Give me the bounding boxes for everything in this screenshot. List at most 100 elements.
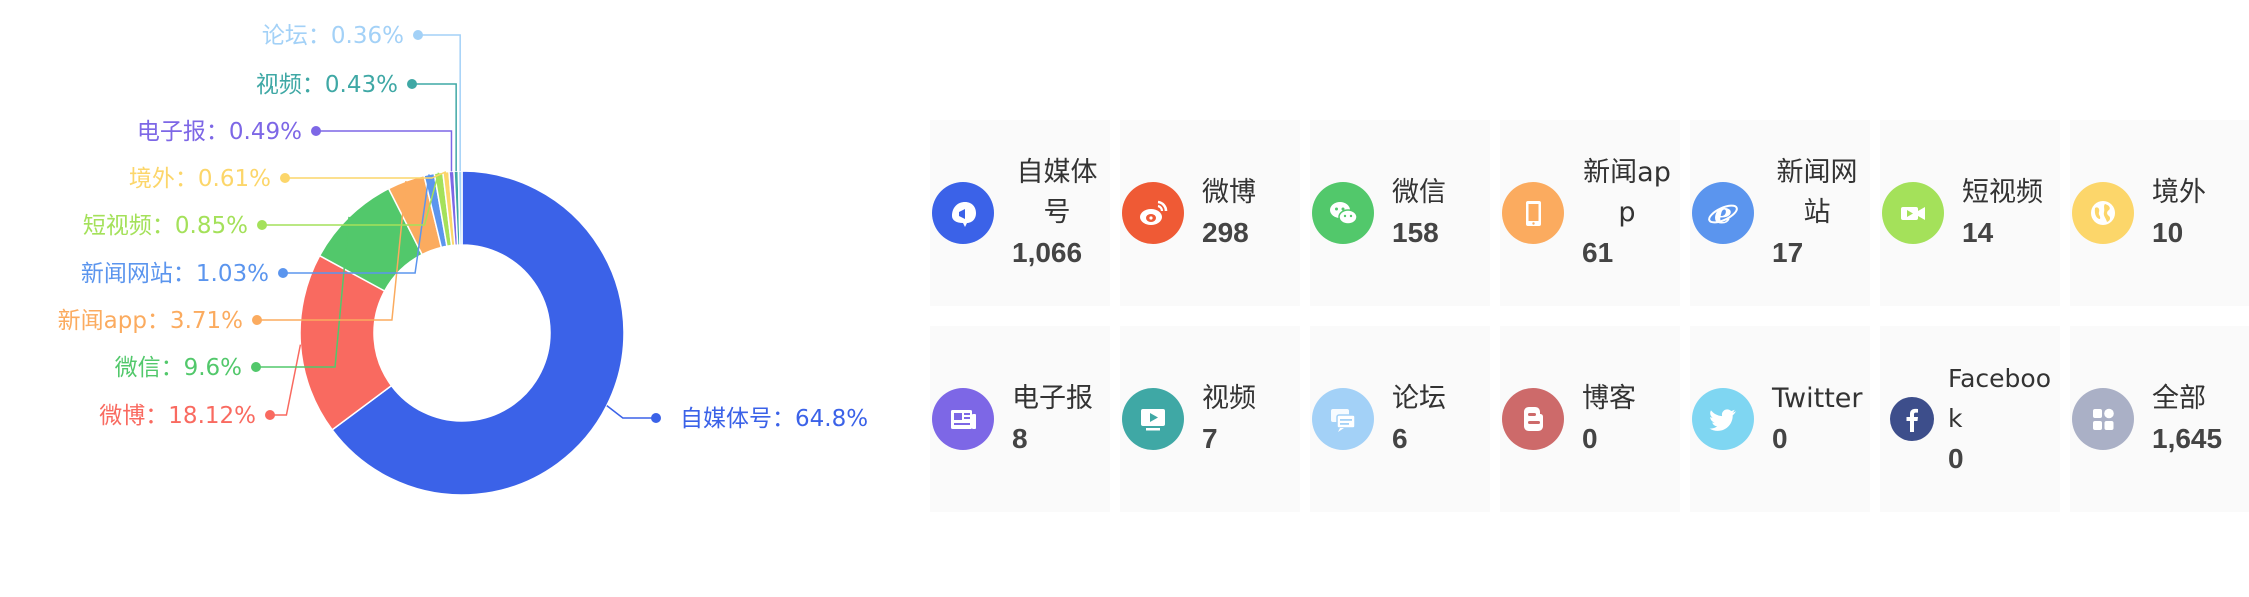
stat-count: 61	[1582, 237, 1614, 268]
twitter-icon	[1692, 388, 1754, 450]
stat-count: 298	[1202, 217, 1249, 248]
leader-dot	[251, 362, 261, 372]
stat-count: 8	[1012, 423, 1028, 454]
chat-bubbles-icon	[1312, 388, 1374, 450]
stat-count: 1,066	[1012, 237, 1083, 268]
megaphone-icon-glyph	[952, 202, 976, 227]
slice-label: 自媒体号：64.8%	[680, 406, 868, 432]
leader-line	[270, 344, 302, 416]
stat-label: 自媒体号	[1016, 157, 1098, 228]
stat-label: 境外	[2152, 177, 2206, 208]
stat-card-news-site[interactable]: e 新闻网站 17	[1690, 120, 1870, 306]
phone-icon	[1502, 182, 1564, 244]
stat-card-forum[interactable]: 论坛 6	[1310, 326, 1490, 512]
globe-icon	[2072, 182, 2134, 244]
wechat-icon-glyph	[1330, 202, 1358, 225]
stat-label: 短视频	[1962, 177, 2043, 208]
leader-dot	[651, 413, 661, 423]
stat-label: 新闻app	[1583, 157, 1671, 228]
grid-apps-icon	[2072, 388, 2134, 450]
stat-count: 158	[1392, 217, 1439, 248]
stat-card-video[interactable]: 视频 7	[1120, 326, 1300, 512]
stat-count: 14	[1962, 217, 1994, 248]
slice-label: 新闻网站：1.03%	[81, 261, 269, 287]
slice-label: 微信：9.6%	[115, 355, 242, 381]
leader-dot	[257, 220, 267, 230]
leader-line	[418, 34, 461, 172]
stat-card-overseas[interactable]: 境外 10	[2070, 120, 2249, 306]
slice-label: 论坛：0.36%	[262, 23, 404, 49]
stat-count: 6	[1392, 423, 1408, 454]
grid-apps-icon-glyph	[2093, 408, 2114, 430]
ie-browser-icon: e	[1692, 182, 1754, 244]
stat-card-news-app[interactable]: 新闻app 61	[1500, 120, 1680, 306]
play-screen-icon	[1122, 388, 1184, 450]
stat-label: 电子报	[1012, 383, 1093, 414]
stat-card-twitter[interactable]: Twitter 0	[1690, 326, 1870, 512]
slice-label: 短视频：0.85%	[83, 213, 248, 239]
slice-label: 新闻app：3.71%	[58, 308, 243, 334]
stat-card-short-video[interactable]: 短视频 14	[1880, 120, 2060, 306]
stat-count: 0	[1772, 423, 1788, 454]
svg-text:e: e	[1714, 197, 1732, 230]
megaphone-icon	[932, 182, 994, 244]
slice-label: 微博：18.12%	[99, 403, 256, 429]
stat-label: 视频	[1202, 383, 1256, 414]
video-camera-icon-glyph	[1901, 207, 1925, 220]
facebook-icon-glyph	[1906, 408, 1918, 432]
stat-label: 微博	[1202, 177, 1256, 208]
donut-chart: 自媒体号：64.8% 微博：18.12% 微信：9.6% 新闻app：3.71% 新闻网…	[0, 0, 920, 597]
newspaper-icon	[932, 388, 994, 450]
chat-bubbles-icon-glyph	[1331, 409, 1356, 432]
stat-count: 17	[1772, 237, 1804, 268]
wechat-icon	[1312, 182, 1374, 244]
stat-count: 0	[1582, 423, 1598, 454]
slice-label: 境外：0.61%	[129, 166, 271, 192]
stat-card-all[interactable]: 全部 1,645	[2070, 326, 2249, 512]
donut-svg: 自媒体号：64.8% 微博：18.12% 微信：9.6% 新闻app：3.71% 新闻网…	[58, 23, 868, 496]
ie-browser-icon-glyph: e	[1708, 197, 1738, 230]
globe-icon-glyph	[2091, 201, 2115, 225]
stat-count: 1,645	[2152, 423, 2223, 454]
stat-label: Twitter	[1772, 383, 1863, 414]
leader-dot	[278, 268, 288, 278]
stat-label: 全部	[2152, 383, 2206, 414]
stat-label: Facebook	[1948, 364, 2051, 433]
twitter-icon-glyph	[1709, 409, 1736, 431]
stat-card-weibo[interactable]: 微博 298	[1120, 120, 1300, 306]
weibo-icon-glyph	[1140, 200, 1168, 225]
leader-dot	[413, 30, 423, 40]
leader-line	[412, 83, 457, 172]
stat-count: 10	[2152, 217, 2184, 248]
leader-line	[316, 130, 453, 172]
slice-label: 电子报：0.49%	[137, 119, 302, 145]
play-screen-icon-glyph	[1141, 409, 1165, 431]
weibo-icon	[1122, 182, 1184, 244]
video-camera-icon	[1882, 182, 1944, 244]
channel-share-chart: 自媒体号：64.8% 微博：18.12% 微信：9.6% 新闻app：3.71% 新闻网…	[0, 0, 920, 597]
stat-label: 论坛	[1392, 383, 1446, 414]
blogger-icon-glyph	[1524, 407, 1543, 431]
stat-label: 微信	[1392, 177, 1446, 208]
stat-card-weixin[interactable]: 微信 158	[1310, 120, 1490, 306]
channel-stats-grid: 自媒体号 1,066 微博 298 微信 158 新闻app 61 e 新闻网站…	[930, 120, 2249, 512]
stat-count: 7	[1202, 423, 1218, 454]
stat-card-e-paper[interactable]: 电子报 8	[930, 326, 1110, 512]
facebook-icon	[1890, 397, 1934, 441]
leader-line	[606, 405, 656, 419]
leader-dot	[407, 79, 417, 89]
leader-dot	[265, 410, 275, 420]
stat-label: 新闻网站	[1776, 157, 1858, 228]
slice-label: 视频：0.43%	[256, 72, 398, 98]
stat-count: 0	[1948, 443, 1964, 474]
newspaper-icon-glyph	[951, 410, 976, 429]
leader-dot	[280, 173, 290, 183]
stat-card-zimeiti[interactable]: 自媒体号 1,066	[930, 120, 1110, 306]
blogger-icon	[1502, 388, 1564, 450]
leader-dot	[252, 315, 262, 325]
stat-card-facebook[interactable]: Facebook 0	[1880, 326, 2060, 512]
phone-icon-glyph	[1526, 201, 1541, 226]
leader-dot	[311, 126, 321, 136]
stat-card-blog[interactable]: 博客 0	[1500, 326, 1680, 512]
stat-label: 博客	[1582, 383, 1636, 414]
